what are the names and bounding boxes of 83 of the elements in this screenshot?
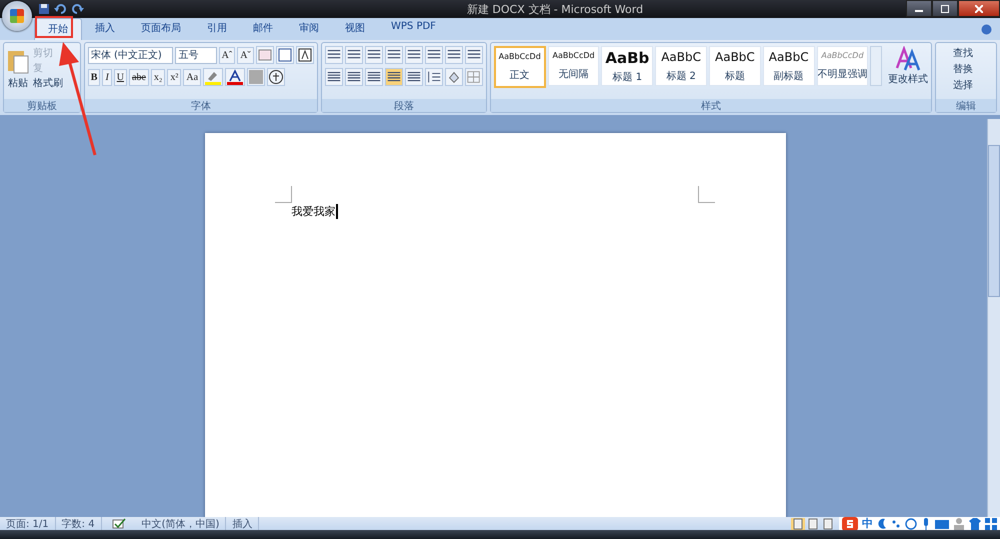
keyboard-icon[interactable] <box>935 518 949 530</box>
ribbon-tab[interactable]: 引用 <box>194 18 240 40</box>
view-icon[interactable] <box>821 518 835 530</box>
font-size-button[interactable]: Aˇ <box>237 46 254 64</box>
punctuation-icon[interactable] <box>891 518 901 530</box>
format-button[interactable]: B <box>88 68 100 86</box>
change-styles-button[interactable]: 更改样式 <box>884 46 928 86</box>
ime-mode[interactable]: 中 <box>862 516 873 531</box>
ribbon-tab[interactable]: 审阅 <box>286 18 332 40</box>
editing-command[interactable]: 查找 <box>938 46 993 60</box>
paste-button[interactable]: 粘贴 <box>7 46 29 96</box>
font-size-field[interactable]: 五号 <box>175 46 217 64</box>
style-swatch[interactable]: AaBbC 副标题 <box>762 46 815 86</box>
group-label: 字体 <box>84 99 317 112</box>
margin-mark <box>274 186 292 203</box>
redo-icon[interactable] <box>72 3 84 15</box>
paragraph-tool-icon[interactable] <box>464 46 483 64</box>
group-label: 样式 <box>490 99 931 112</box>
paragraph-tool-icon[interactable] <box>444 46 463 64</box>
editing-command[interactable]: 选择 <box>938 78 993 92</box>
group-label: 剪贴板 <box>4 99 80 112</box>
paragraph-tool-icon[interactable] <box>424 46 443 64</box>
maximize-button[interactable] <box>932 0 958 17</box>
format-button[interactable]: x² <box>167 68 182 86</box>
microphone-icon[interactable] <box>921 518 931 530</box>
align-icon[interactable] <box>324 68 343 86</box>
font-color-icon[interactable] <box>225 68 246 86</box>
format-button[interactable]: I <box>102 68 112 86</box>
ribbon-tab[interactable]: 视图 <box>332 18 378 40</box>
format-button[interactable]: x₂ <box>150 68 166 86</box>
border-text-icon[interactable] <box>296 46 314 64</box>
group-label: 编辑 <box>936 99 996 112</box>
ribbon-tab[interactable]: 插入 <box>82 18 128 40</box>
margin-mark <box>698 186 714 203</box>
save-icon[interactable] <box>38 3 50 15</box>
paragraph-tool-icon[interactable] <box>404 46 423 64</box>
close-icon <box>975 4 983 12</box>
letters-a-icon <box>894 46 921 72</box>
close-button[interactable] <box>958 0 1000 17</box>
shading-icon[interactable] <box>444 68 463 86</box>
ribbon-tab[interactable]: WPS PDF <box>378 18 449 40</box>
ribbon-tab[interactable]: 邮件 <box>240 18 286 40</box>
proofing-icon[interactable] <box>112 518 126 529</box>
align-icon[interactable] <box>344 68 363 86</box>
highlight-box <box>35 16 73 38</box>
style-swatch[interactable]: AaBbCcDd 不明显强调 <box>816 46 868 86</box>
phonetic-icon[interactable] <box>276 46 294 64</box>
editing-command[interactable]: 替换 <box>938 62 993 76</box>
clipboard-command[interactable]: 格式刷 <box>33 76 63 90</box>
paragraph-tool-icon[interactable] <box>344 46 363 64</box>
font-name-field[interactable]: 宋体 (中文正文) <box>88 46 174 64</box>
paragraph-tool-icon[interactable] <box>324 46 343 64</box>
paragraph-tool-icon[interactable] <box>384 46 403 64</box>
ribbon-tab[interactable]: 页面布局 <box>128 18 194 40</box>
minimize-button[interactable] <box>906 0 932 17</box>
style-swatch[interactable]: AaBbCcDd 正文 <box>494 46 546 88</box>
align-icon[interactable] <box>364 68 383 86</box>
undo-icon[interactable] <box>54 3 68 15</box>
view-icon[interactable] <box>791 518 805 530</box>
office-button[interactable] <box>2 1 32 31</box>
vertical-scrollbar[interactable] <box>987 119 1000 517</box>
format-button[interactable]: Aa <box>183 68 202 86</box>
line-spacing-icon[interactable] <box>424 68 443 86</box>
align-icon[interactable] <box>384 68 403 86</box>
group-label: 段落 <box>322 99 486 112</box>
grid-icon[interactable] <box>985 518 997 530</box>
document-text: 我爱我家 <box>292 204 338 219</box>
moon-icon[interactable] <box>877 518 887 530</box>
input-method-icon[interactable] <box>842 516 858 530</box>
style-swatch[interactable]: AaBbCcDd 无间隔 <box>548 46 600 86</box>
font-size-button[interactable]: Aˆ <box>218 46 236 64</box>
style-swatch[interactable]: AaBbC 标题 <box>709 46 761 86</box>
format-button[interactable]: abe <box>129 68 149 86</box>
enclose-char-icon[interactable] <box>267 68 286 86</box>
paragraph-tool-icon[interactable] <box>364 46 383 64</box>
format-button[interactable]: U <box>114 68 128 86</box>
window-title: 新建 DOCX 文档 - Microsoft Word <box>466 2 644 16</box>
style-swatch[interactable]: AaBbC 标题 2 <box>655 46 708 86</box>
view-icon[interactable] <box>806 518 820 530</box>
maximize-icon <box>941 4 949 12</box>
shirt-icon[interactable] <box>969 518 981 530</box>
style-swatch[interactable]: AaBb 标题 1 <box>601 46 654 86</box>
align-icon[interactable] <box>404 68 423 86</box>
